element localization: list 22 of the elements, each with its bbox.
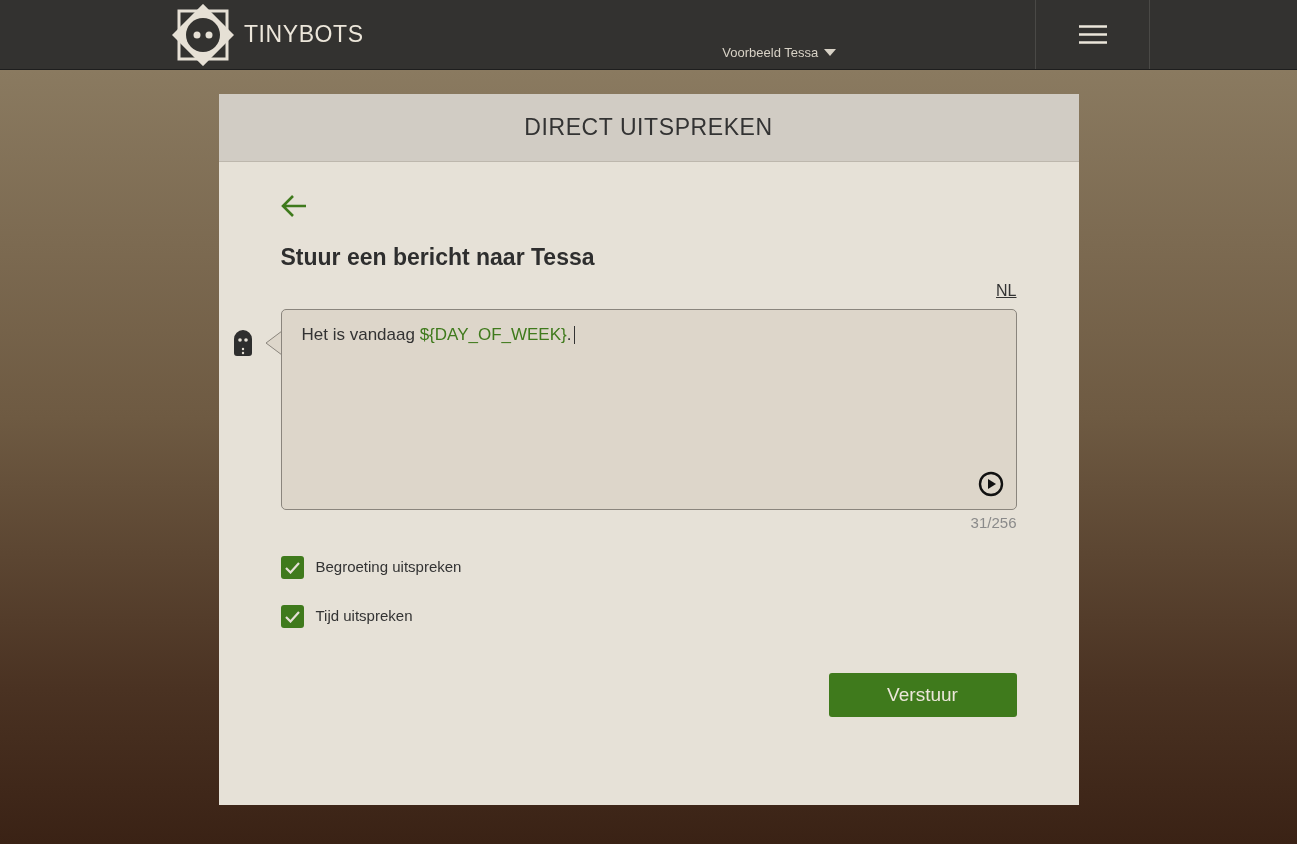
- character-counter: 31/256: [970, 512, 1017, 533]
- checkbox[interactable]: [280, 556, 304, 579]
- checkmark-icon: [284, 610, 300, 623]
- back-arrow-icon: [280, 195, 307, 217]
- play-button[interactable]: [977, 470, 1004, 497]
- menu-icon: [1078, 25, 1107, 44]
- language-link[interactable]: NL: [996, 278, 1017, 303]
- checkbox[interactable]: [280, 605, 304, 628]
- account-dropdown[interactable]: Voorbeeld Tessa: [722, 42, 837, 62]
- menu-button[interactable]: [1035, 0, 1150, 69]
- speech-bubble-tail: [264, 330, 283, 355]
- play-icon: [977, 470, 1004, 497]
- checkbox-label: Tijd uitspreken: [315, 606, 413, 627]
- page-heading: Stuur een bericht naar Tessa: [280, 243, 595, 272]
- caret-icon: [824, 48, 837, 56]
- send-button[interactable]: Verstuur: [828, 673, 1017, 717]
- card-title: DIRECT UITSPREKEN: [524, 113, 773, 143]
- message-field[interactable]: Het is vandaag ${DAY_OF_WEEK}.: [280, 308, 1017, 510]
- message-text: Het is vandaag ${DAY_OF_WEEK}.: [301, 321, 996, 347]
- brand-name: TINYBOTS: [244, 20, 364, 50]
- checkmark-icon: [284, 561, 300, 574]
- checkbox-label: Begroeting uitspreken: [315, 557, 462, 578]
